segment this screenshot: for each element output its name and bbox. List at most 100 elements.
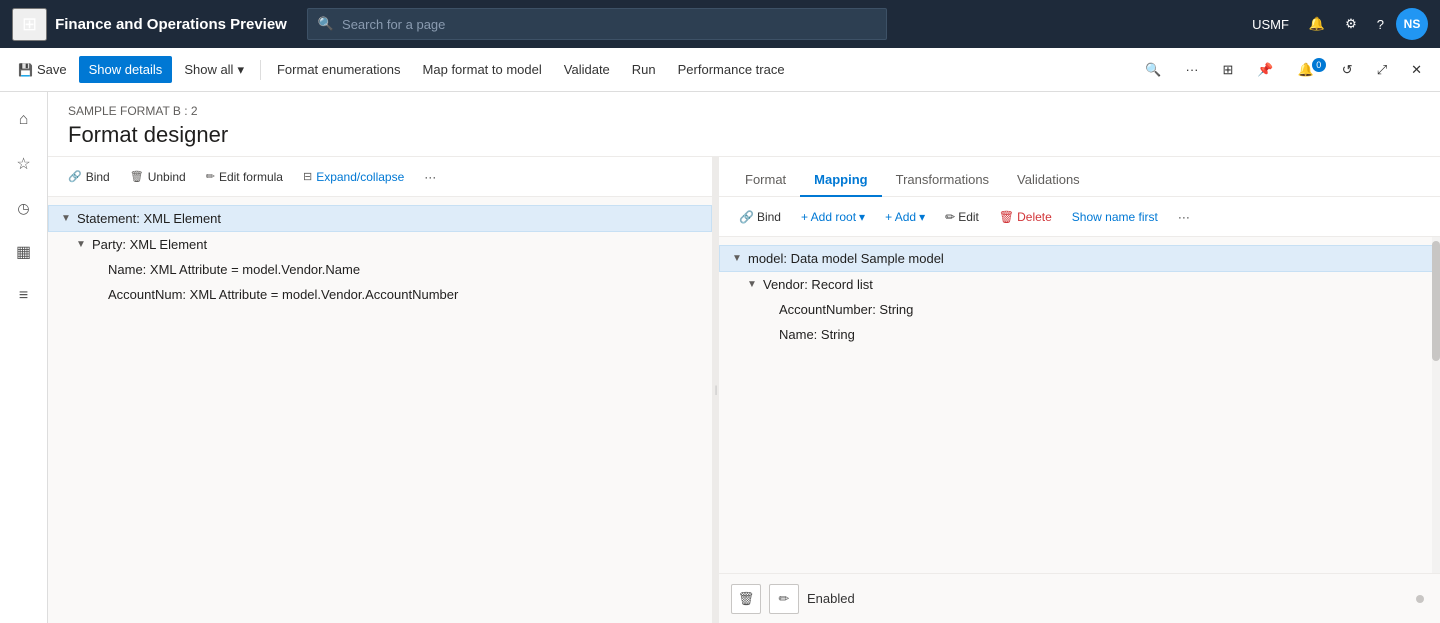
save-icon: 💾 [18, 63, 33, 77]
right-panel: Format Mapping Transformations Validatio… [719, 157, 1440, 623]
user-code-button[interactable]: USMF [1244, 13, 1297, 36]
right-tree-item[interactable]: AccountNumber: String [719, 297, 1440, 322]
home-icon: ⌂ [19, 111, 29, 129]
right-tree: ▼ model: Data model Sample model ▼ Vendo… [719, 237, 1440, 573]
toolbar-grid-button[interactable]: ⊞ [1213, 56, 1244, 84]
breadcrumb: SAMPLE FORMAT B : 2 [68, 104, 1420, 118]
tab-mapping[interactable]: Mapping [800, 164, 881, 197]
show-all-button[interactable]: Show all ▾ [174, 56, 254, 84]
pencil-icon: ✏ [779, 591, 790, 607]
format-enumerations-button[interactable]: Format enumerations [267, 56, 411, 83]
right-tree-item-label: Name: String [779, 327, 855, 342]
trash-icon: 🗑 [738, 591, 755, 607]
page-header: SAMPLE FORMAT B : 2 Format designer [48, 92, 1440, 157]
tree-item[interactable]: ▼ Statement: XML Element [48, 205, 712, 232]
chevron-down-icon: ▾ [237, 62, 244, 78]
map-format-button[interactable]: Map format to model [413, 56, 552, 83]
toolbar-close-button[interactable]: ✕ [1401, 56, 1432, 84]
tree-item[interactable]: AccountNum: XML Attribute = model.Vendor… [48, 282, 712, 307]
help-button[interactable]: ? [1369, 13, 1392, 36]
right-tree-item[interactable]: Name: String [719, 322, 1440, 347]
sidebar-list-button[interactable]: ≡ [4, 276, 44, 316]
designer-area: 🔗 Bind 🗑 Unbind ✏ Edit formula ⊟ Expand/… [48, 157, 1440, 623]
right-tree-item-label: model: Data model Sample model [748, 251, 944, 266]
link-icon: 🔗 [68, 170, 82, 183]
rpanel-edit-button[interactable]: ✏ Edit [937, 206, 987, 228]
sidebar-home-button[interactable]: ⌂ [4, 100, 44, 140]
toolbar-refresh-button[interactable]: ↺ [1332, 56, 1363, 84]
grid-icon: ⊞ [22, 14, 37, 34]
left-more-button[interactable]: ··· [416, 166, 444, 188]
dot-indicator [1416, 595, 1424, 603]
right-tree-item[interactable]: ▼ model: Data model Sample model [719, 245, 1440, 272]
tab-validations[interactable]: Validations [1003, 164, 1094, 197]
rpanel-more-button[interactable]: ··· [1170, 206, 1198, 228]
bell-button[interactable]: 🔔 [1301, 12, 1333, 36]
question-icon: ? [1377, 17, 1384, 32]
pencil-icon: ✏ [945, 210, 955, 224]
toolbar-search-button[interactable]: 🔍 [1135, 56, 1171, 84]
avatar[interactable]: NS [1396, 8, 1428, 40]
right-panel-toolbar: 🔗 Bind + Add root ▾ + Add ▾ ✏ Edit [719, 197, 1440, 237]
rpanel-delete-button[interactable]: 🗑 Delete [991, 206, 1060, 228]
unbind-button[interactable]: 🗑 Unbind [122, 166, 194, 188]
tabs-bar: Format Mapping Transformations Validatio… [719, 157, 1440, 197]
sidebar-star-button[interactable]: ☆ [4, 144, 44, 184]
bind-button[interactable]: 🔗 Bind [60, 166, 118, 188]
right-tree-item-label: Vendor: Record list [763, 277, 873, 292]
bottom-status-label: Enabled [807, 591, 855, 606]
performance-trace-button[interactable]: Performance trace [668, 56, 795, 83]
search-input[interactable] [342, 17, 876, 32]
rpanel-show-name-button[interactable]: Show name first [1064, 206, 1166, 228]
expand-collapse-button[interactable]: ⊟ Expand/collapse [295, 166, 412, 188]
left-tree: ▼ Statement: XML Element ▼ Party: XML El… [48, 197, 712, 623]
tree-item[interactable]: Name: XML Attribute = model.Vendor.Name [48, 257, 712, 282]
sidebar-clock-button[interactable]: ◷ [4, 188, 44, 228]
tree-item[interactable]: ▼ Party: XML Element [48, 232, 712, 257]
trash-icon: 🗑 [999, 210, 1014, 224]
bell-icon: 🔔 [1309, 16, 1325, 31]
toolbar-pin-button[interactable]: 📌 [1247, 56, 1283, 84]
sidebar-icons: ⌂ ☆ ◷ ▦ ≡ [0, 92, 48, 623]
rpanel-add-button[interactable]: + Add ▾ [877, 206, 933, 228]
gear-icon: ⚙ [1345, 16, 1357, 31]
tree-item-label: Party: XML Element [92, 237, 207, 252]
search-icon: 🔍 [318, 16, 334, 32]
trash-icon: 🗑 [130, 170, 144, 183]
chevron-down-icon: ▾ [859, 210, 865, 224]
grid-menu-button[interactable]: ⊞ [12, 8, 47, 41]
tree-item-label: AccountNum: XML Attribute = model.Vendor… [108, 287, 458, 302]
pencil-icon: ✏ [206, 170, 215, 183]
chevron-icon: ▼ [747, 279, 759, 290]
expand-icon: ⊟ [303, 170, 312, 183]
right-tree-item[interactable]: ▼ Vendor: Record list [719, 272, 1440, 297]
toolbar-more-button[interactable]: ··· [1176, 56, 1209, 83]
sidebar-table-button[interactable]: ▦ [4, 232, 44, 272]
tab-format[interactable]: Format [731, 164, 800, 197]
search-box: 🔍 [307, 8, 887, 40]
tab-transformations[interactable]: Transformations [882, 164, 1003, 197]
save-button[interactable]: 💾 Save [8, 56, 77, 83]
rpanel-add-root-button[interactable]: + Add root ▾ [793, 206, 873, 228]
search-icon: 🔍 [1145, 62, 1161, 78]
edit-formula-button[interactable]: ✏ Edit formula [198, 166, 291, 188]
toolbar-open-button[interactable]: ⤢ [1367, 56, 1397, 84]
chevron-icon: ▼ [732, 253, 744, 264]
bottom-edit-button[interactable]: ✏ [769, 584, 799, 614]
list-icon: ≡ [19, 287, 28, 305]
clock-icon: ◷ [17, 200, 29, 217]
right-panel-bottom: 🗑 ✏ Enabled [719, 573, 1440, 623]
toolbar-notification-button[interactable]: 🔔0 [1288, 56, 1328, 84]
right-scrollbar[interactable] [1432, 237, 1440, 573]
bottom-delete-button[interactable]: 🗑 [731, 584, 761, 614]
validate-button[interactable]: Validate [554, 56, 620, 83]
chevron-down-icon: ▾ [919, 210, 925, 224]
gear-button[interactable]: ⚙ [1337, 12, 1365, 36]
right-tree-item-label: AccountNumber: String [779, 302, 913, 317]
run-button[interactable]: Run [622, 56, 666, 83]
show-details-button[interactable]: Show details [79, 56, 173, 83]
chevron-icon: ▼ [76, 239, 88, 250]
tree-item-label: Statement: XML Element [77, 211, 221, 226]
page-title: Format designer [68, 122, 1420, 148]
rpanel-bind-button[interactable]: 🔗 Bind [731, 206, 789, 228]
